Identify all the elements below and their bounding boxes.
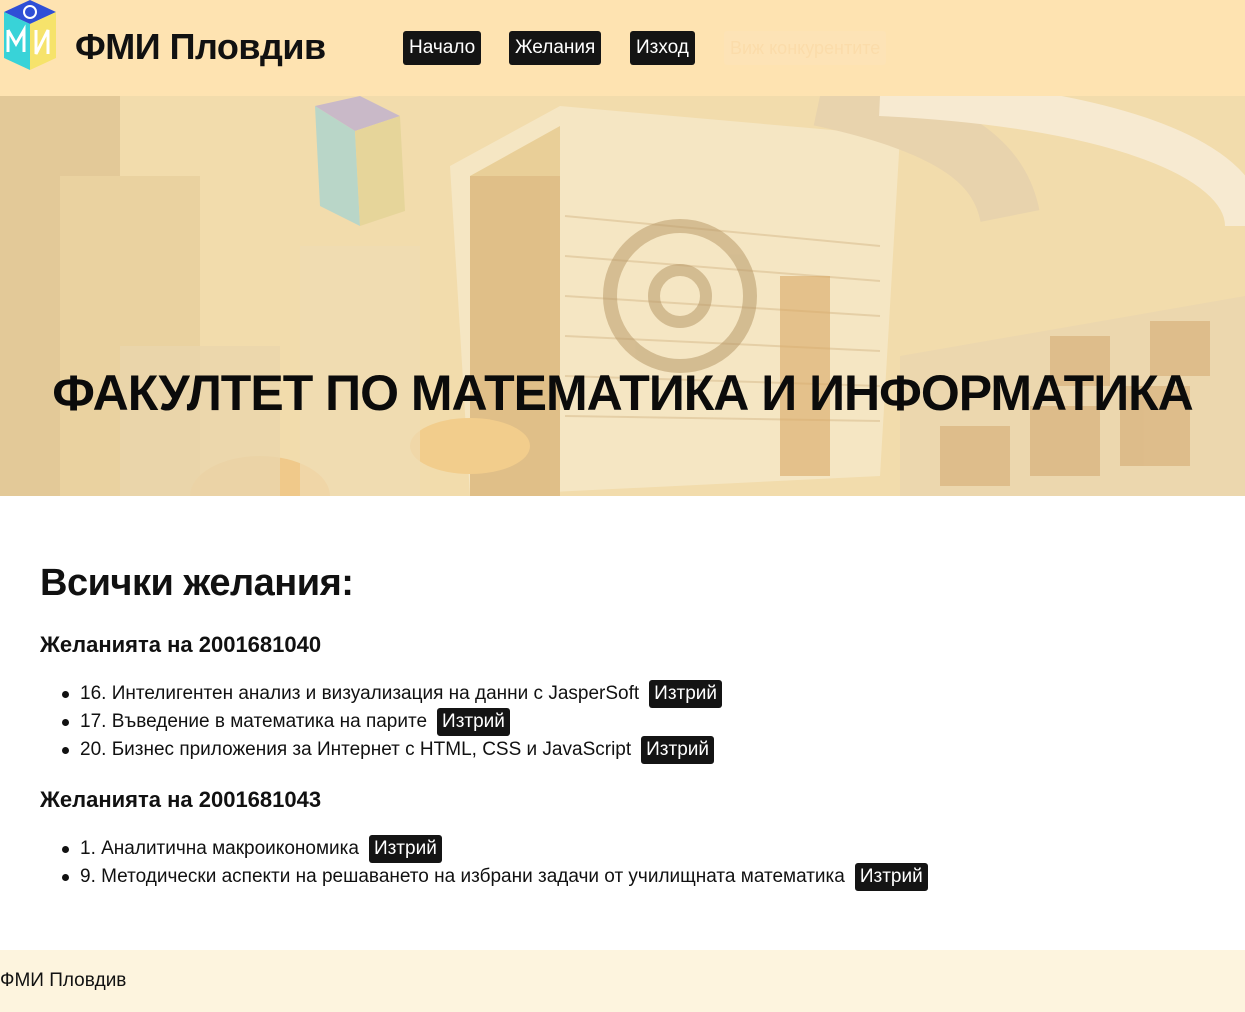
nav-logout-button[interactable]: Изход (630, 31, 695, 65)
list-item: 1. Аналитична макроикономика Изтрий (62, 835, 928, 863)
student-wishes-heading: Желанията на 2001681040 (40, 632, 322, 657)
site-header: ФМИ Пловдив Начало Желания Изход Виж кон… (0, 0, 1245, 96)
delete-button[interactable]: Изтрий (437, 708, 510, 736)
wish-text: 17. Въведение в математика на парите (80, 711, 428, 732)
site-footer: ФМИ Пловдив (0, 950, 1245, 1012)
wish-text: 1. Аналитична макроикономика (80, 838, 359, 859)
wish-text: 16. Интелигентен анализ и визуализация н… (80, 683, 640, 704)
delete-button[interactable]: Изтрий (641, 736, 715, 764)
delete-button[interactable]: Изтрий (854, 863, 928, 891)
wish-list: 1. Аналитична макроикономика Изтрий 9. М… (62, 835, 928, 891)
bullet-icon (62, 690, 69, 698)
nav-wishes-button[interactable]: Желания (509, 31, 602, 65)
list-item: 9. Методически аспекти на решаването на … (62, 863, 928, 891)
list-item: 17. Въведение в математика на парите Изт… (62, 708, 722, 736)
nav-competitors-button[interactable]: Виж конкурентите (724, 31, 887, 65)
list-item: 16. Интелигентен анализ и визуализация н… (62, 680, 723, 708)
wish-list: 16. Интелигентен анализ и визуализация н… (62, 680, 723, 764)
nav-home-button[interactable]: Начало (403, 31, 482, 65)
hero-banner: ФАКУЛТЕТ ПО МАТЕМАТИКА И ИНФОРМАТИКА (0, 96, 1245, 496)
bullet-icon (62, 845, 69, 853)
bullet-icon (62, 718, 69, 726)
footer-text: ФМИ Пловдив (0, 970, 127, 991)
site-title: ФМИ Пловдив (75, 26, 326, 67)
hero-title: ФАКУЛТЕТ ПО МАТЕМАТИКА И ИНФОРМАТИКА (52, 365, 1194, 421)
bullet-icon (62, 746, 69, 754)
wish-text: 9. Методически аспекти на решаването на … (80, 866, 845, 887)
delete-button[interactable]: Изтрий (649, 680, 723, 708)
hero-background-image (0, 96, 1245, 496)
student-wishes-heading: Желанията на 2001681043 (40, 787, 322, 812)
fmi-logo-icon (4, 0, 56, 70)
all-wishes-heading: Всички желания: (40, 562, 354, 604)
bullet-icon (62, 873, 69, 881)
delete-button[interactable]: Изтрий (368, 835, 442, 863)
list-item: 20. Бизнес приложения за Интернет с HTML… (62, 736, 722, 764)
wish-text: 20. Бизнес приложения за Интернет с HTML… (80, 739, 632, 760)
